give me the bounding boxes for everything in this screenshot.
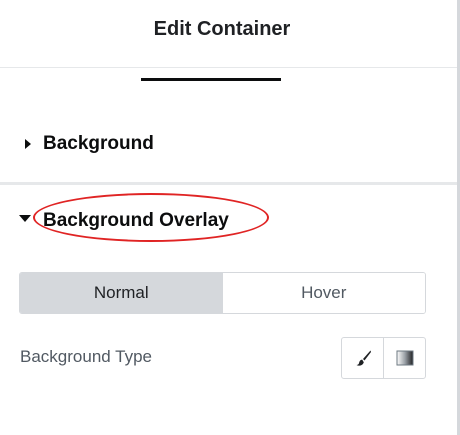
active-tab-indicator [141,78,281,81]
section-divider [0,182,457,185]
tab-hover[interactable]: Hover [222,273,425,313]
panel-header: Edit Container [0,0,457,68]
classic-background-button[interactable] [342,338,383,378]
gradient-background-button[interactable] [383,338,425,378]
gradient-icon [396,350,413,366]
paint-brush-icon [356,350,371,366]
tab-normal[interactable]: Normal [20,273,223,313]
background-type-label: Background Type [20,347,152,366]
section-background-label[interactable]: Background [43,133,154,155]
section-background-overlay-label[interactable]: Background Overlay [43,210,229,232]
page-title: Edit Container [153,18,291,40]
state-tabs: Normal Hover [19,272,426,314]
caret-down-icon [19,215,31,222]
caret-right-icon [25,139,31,149]
background-type-selector [341,337,426,379]
